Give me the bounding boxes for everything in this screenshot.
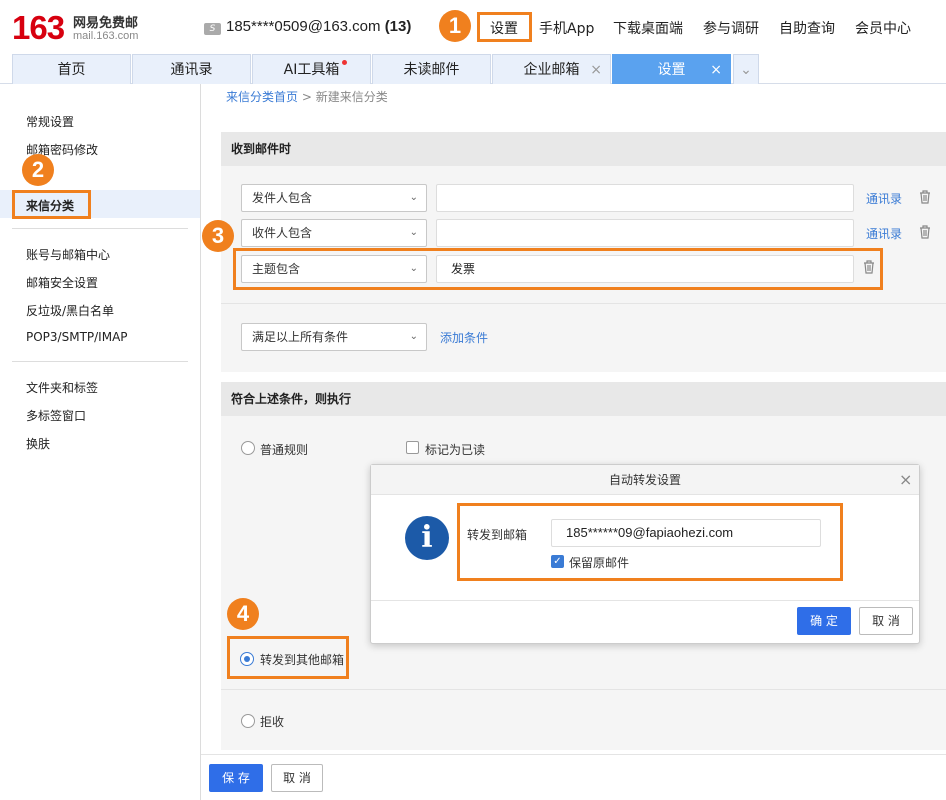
auto-forward-dialog: 自动转发设置 × i 转发到邮箱 185******09@fapiaohezi.… (370, 464, 920, 644)
sidebar-divider (12, 228, 188, 229)
condition-value-input[interactable] (436, 184, 854, 212)
select-value: 主题包含 (252, 262, 301, 276)
step-badge-4: 4 (227, 598, 259, 630)
breadcrumb-separator: > (301, 90, 312, 104)
cancel-button[interactable]: 取 消 (271, 764, 323, 792)
section-divider (221, 303, 946, 304)
keep-original-checkbox[interactable]: ✓ (551, 555, 564, 568)
select-value: 收件人包含 (252, 226, 313, 240)
close-icon[interactable]: × (590, 55, 602, 85)
account-icon: S (204, 23, 221, 35)
dialog-cancel-button[interactable]: 取 消 (859, 607, 913, 635)
tab-label: AI工具箱 (283, 62, 340, 78)
step-badge-1: 1 (439, 10, 471, 42)
sidebar-item-inbox-rules[interactable]: 来信分类 (26, 197, 74, 214)
keep-original-label: 保留原邮件 (569, 556, 630, 570)
nav-vip-center[interactable]: 会员中心 (855, 18, 911, 38)
reject-radio[interactable] (241, 714, 255, 728)
breadcrumb: 来信分类首页 > 新建来信分类 (226, 88, 388, 105)
sidebar-item-spam[interactable]: 反垃圾/黑白名单 (26, 302, 114, 319)
match-mode-select[interactable]: 满足以上所有条件 ⌄ (241, 323, 427, 351)
nav-mobile-app[interactable]: 手机App (539, 18, 594, 38)
close-icon[interactable]: × (899, 471, 912, 489)
sidebar-divider (12, 361, 188, 362)
sidebar-item-security[interactable]: 邮箱安全设置 (26, 274, 98, 291)
account-email[interactable]: 185****0509@163.com (13) (226, 18, 411, 35)
sidebar-item-account-center[interactable]: 账号与邮箱中心 (26, 246, 110, 263)
sidebar-item-general[interactable]: 常规设置 (26, 113, 74, 130)
logo-text: 网易免费邮 (73, 16, 139, 31)
sidebar-item-skin[interactable]: 换肤 (26, 435, 50, 452)
mark-read-label: 标记为已读 (425, 443, 486, 457)
step-badge-2: 2 (22, 154, 54, 186)
chevron-down-icon: ⌄ (409, 263, 418, 274)
trash-icon[interactable] (863, 260, 875, 274)
tab-more-button[interactable]: ⌄ (733, 54, 759, 84)
forward-radio[interactable] (240, 652, 254, 666)
normal-rule-label: 普通规则 (260, 443, 309, 457)
unread-count: (13) (384, 18, 412, 35)
sidebar-item-multi-tab[interactable]: 多标签窗口 (26, 407, 86, 424)
add-condition-link[interactable]: 添加条件 (440, 329, 488, 346)
sidebar-item-pop3[interactable]: POP3/SMTP/IMAP (26, 330, 128, 344)
dialog-divider (371, 600, 919, 601)
step-badge-3: 3 (202, 220, 234, 252)
breadcrumb-root-link[interactable]: 来信分类首页 (226, 90, 298, 104)
account-address: 185****0509@163.com (226, 18, 381, 35)
condition-value-input[interactable] (436, 219, 854, 247)
mark-read-checkbox[interactable] (406, 441, 419, 454)
tab-label: 设置 (657, 62, 686, 78)
normal-rule-radio[interactable] (241, 441, 255, 455)
tab-unread[interactable]: 未读邮件 (372, 54, 491, 84)
forward-email-input[interactable]: 185******09@fapiaohezi.com (551, 519, 821, 547)
condition-field-select[interactable]: 主题包含 ⌄ (241, 255, 427, 283)
sidebar-item-folders[interactable]: 文件夹和标签 (26, 379, 98, 396)
nav-survey[interactable]: 参与调研 (703, 18, 759, 38)
tab-settings[interactable]: 设置 × (612, 54, 731, 84)
chevron-down-icon: ⌄ (409, 192, 418, 203)
condition-field-select[interactable]: 发件人包含 ⌄ (241, 184, 427, 212)
contacts-link[interactable]: 通讯录 (866, 190, 902, 207)
breadcrumb-current: 新建来信分类 (315, 90, 388, 104)
notification-dot (342, 60, 347, 65)
tab-label: 企业邮箱 (523, 62, 580, 78)
nav-settings[interactable]: 设置 (490, 18, 518, 38)
section-divider (221, 689, 946, 690)
logo-domain: mail.163.com (73, 30, 139, 42)
action-section-title: 符合上述条件，则执行 (221, 382, 946, 416)
tab-label: 未读邮件 (403, 62, 460, 78)
chevron-down-icon: ⌄ (409, 227, 418, 238)
tab-contacts[interactable]: 通讯录 (132, 54, 251, 84)
tab-enterprise-mail[interactable]: 企业邮箱 × (492, 54, 611, 84)
save-button[interactable]: 保 存 (209, 764, 263, 792)
nav-self-service[interactable]: 自助查询 (779, 18, 835, 38)
trash-icon[interactable] (919, 225, 931, 239)
close-icon[interactable]: × (710, 55, 722, 85)
tab-ai-tools[interactable]: AI工具箱 (252, 54, 371, 84)
confirm-button[interactable]: 确 定 (797, 607, 851, 635)
trash-icon[interactable] (919, 190, 931, 204)
select-value: 满足以上所有条件 (252, 330, 349, 344)
condition-field-select[interactable]: 收件人包含 ⌄ (241, 219, 427, 247)
tab-label: 首页 (57, 62, 86, 78)
contacts-link[interactable]: 通讯录 (866, 225, 902, 242)
tab-label: 通讯录 (170, 62, 213, 78)
logo-163[interactable]: 163 (12, 8, 65, 48)
select-value: 发件人包含 (252, 191, 313, 205)
nav-desktop-download[interactable]: 下载桌面端 (613, 18, 683, 38)
chevron-down-icon: ⌄ (409, 331, 418, 342)
reject-label: 拒收 (260, 715, 285, 729)
footer-divider (201, 754, 946, 755)
subject-value-input[interactable]: 发票 (436, 255, 854, 283)
info-icon: i (405, 516, 449, 560)
forward-email-label: 转发到邮箱 (467, 528, 528, 542)
tab-home[interactable]: 首页 (12, 54, 131, 84)
forward-label: 转发到其他邮箱 (260, 653, 345, 667)
receive-section-title: 收到邮件时 (221, 132, 946, 166)
chevron-down-icon: ⌄ (740, 62, 752, 78)
dialog-title: 自动转发设置 (371, 465, 919, 495)
